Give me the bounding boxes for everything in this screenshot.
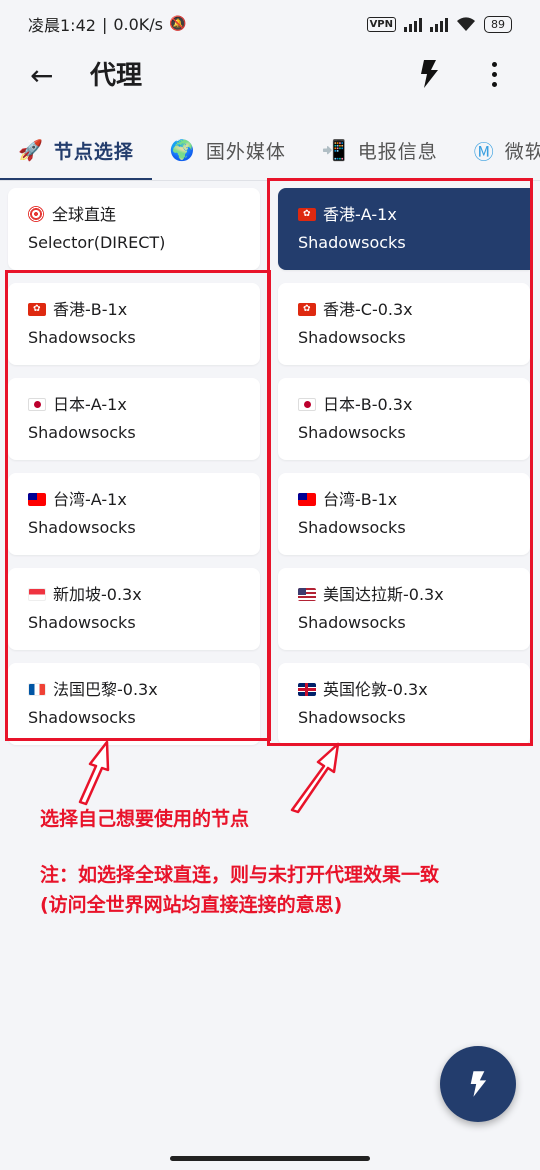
home-indicator[interactable] xyxy=(170,1156,370,1161)
arrow-up-icon xyxy=(78,740,110,806)
proxy-type: Selector(DIRECT) xyxy=(28,233,166,252)
lightning-icon[interactable] xyxy=(418,60,440,88)
tab-label: 微软 xyxy=(504,140,540,163)
mute-icon: 🔕 xyxy=(169,16,187,32)
annotation-note: 注：如选择全球直连，则与未打开代理效果一致 xyxy=(40,864,440,886)
network-speed: 0.0K/s xyxy=(113,14,163,34)
app-bar: ← 代理 xyxy=(0,48,540,106)
tab-node-select[interactable]: 🚀 节点选择 xyxy=(0,124,152,176)
annotation-note-detail: (访问全世界网站均直接连接的意思) xyxy=(40,894,343,916)
proxy-card-global-direct[interactable]: 全球直连 Selector(DIRECT) xyxy=(8,188,260,270)
status-time: 凌晨1:42 xyxy=(28,16,96,35)
tab-label: 国外媒体 xyxy=(205,140,286,163)
more-vert-icon[interactable] xyxy=(484,62,504,92)
lightning-icon xyxy=(470,1071,487,1097)
status-bar: 凌晨1:42 | 0.0K/s 🔕 VPN 89 xyxy=(0,0,540,48)
m-circle-icon: Ⓜ xyxy=(473,139,495,164)
signal-hd-icon xyxy=(430,16,448,32)
proxy-name: 全球直连 xyxy=(52,205,117,224)
highlight-box-left xyxy=(5,270,271,741)
tab-microsoft[interactable]: Ⓜ 微软 xyxy=(456,124,540,176)
arrow-up-icon xyxy=(290,742,340,814)
tab-telegram[interactable]: 📲 电报信息 xyxy=(304,124,456,176)
arrow-left-icon[interactable]: ← xyxy=(30,60,53,92)
phone-icon: 📲 xyxy=(321,138,348,162)
tab-label: 电报信息 xyxy=(357,140,438,163)
page-title: 代理 xyxy=(90,61,143,91)
vpn-badge: VPN xyxy=(366,16,396,32)
rocket-icon: 🚀 xyxy=(18,138,44,162)
globe-icon: 🌍 xyxy=(169,138,196,162)
highlight-box-right xyxy=(267,178,533,746)
wifi-icon xyxy=(457,17,475,31)
tab-foreign-media[interactable]: 🌍 国外媒体 xyxy=(152,124,304,176)
battery-indicator: 89 xyxy=(484,15,512,33)
tab-label: 节点选择 xyxy=(53,140,134,163)
target-icon xyxy=(28,206,44,222)
speed-test-fab[interactable] xyxy=(440,1046,516,1122)
annotation-select-node: 选择自己想要使用的节点 xyxy=(40,808,250,830)
group-tabs: 🚀 节点选择 🌍 国外媒体 📲 电报信息 Ⓜ 微软 xyxy=(0,124,540,180)
signal-icon xyxy=(404,16,422,32)
